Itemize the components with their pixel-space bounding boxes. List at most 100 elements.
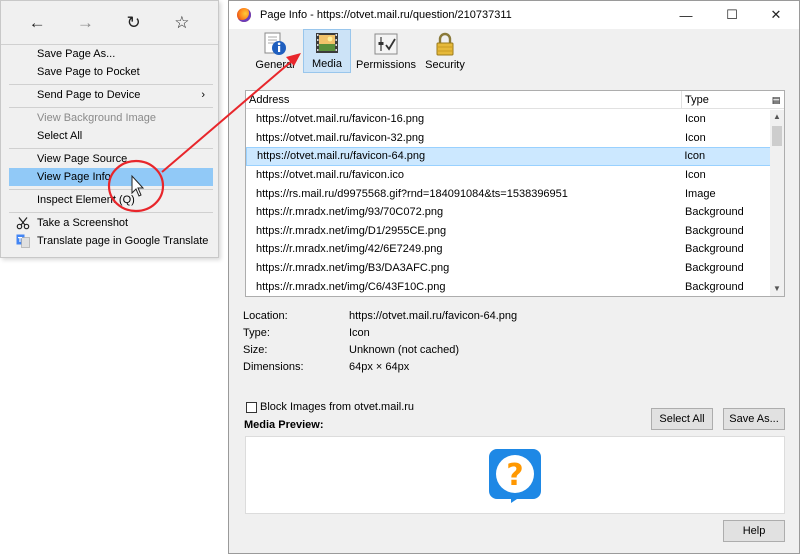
google-translate-icon — [16, 234, 30, 248]
media-table: Address Type ▤ https://otvet.mail.ru/fav… — [245, 90, 785, 297]
row-type: Background — [685, 280, 744, 293]
table-row[interactable]: https://r.mradx.net/img/42/6E7249.png Bac… — [246, 240, 771, 259]
tab-security[interactable]: Security — [421, 29, 469, 73]
table-row[interactable]: https://otvet.mail.ru/favicon.ico Icon — [246, 166, 771, 185]
row-address: https://otvet.mail.ru/favicon-16.png — [256, 113, 425, 126]
menu-separator — [9, 189, 213, 190]
row-address: https://r.mradx.net/img/B3/DA3AFC.png — [256, 262, 450, 275]
row-type: Icon — [685, 113, 706, 126]
menu-item-save-page-as[interactable]: Save Page As... — [9, 45, 213, 63]
permissions-icon — [373, 31, 399, 57]
tab-bar: General Media Permissions Security — [229, 29, 799, 73]
menu-separator — [9, 84, 213, 85]
row-address: https://otvet.mail.ru/favicon.ico — [256, 169, 404, 182]
table-body: https://otvet.mail.ru/favicon-16.png Icon… — [246, 110, 771, 296]
menu-item-inspect-element[interactable]: Inspect Element (Q) — [9, 191, 213, 209]
media-preview-label: Media Preview: — [244, 419, 324, 431]
otvet-favicon-preview: ? — [489, 449, 541, 503]
menu-item-view-page-info[interactable]: View Page Info — [9, 168, 213, 186]
save-as-button[interactable]: Save As... — [723, 408, 785, 430]
row-type: Icon — [684, 150, 706, 163]
table-header: Address Type ▤ — [246, 91, 784, 109]
checkbox-box[interactable] — [246, 401, 257, 413]
table-row[interactable]: https://otvet.mail.ru/favicon-32.png Icon — [246, 129, 771, 148]
tab-permissions[interactable]: Permissions — [355, 29, 417, 73]
row-type: Image — [685, 187, 716, 200]
svg-text:?: ? — [506, 458, 523, 493]
close-button[interactable]: ✕ — [753, 1, 799, 29]
block-images-checkbox[interactable]: Block Images from otvet.mail.ru — [246, 401, 414, 413]
row-type: Background — [685, 243, 744, 256]
menu-item-view-page-source[interactable]: View Page Source — [9, 150, 213, 168]
detail-label: Type: — [243, 326, 270, 339]
table-row[interactable]: https://r.mradx.net/img/C6/43F10C.png Bac… — [246, 277, 771, 296]
table-row[interactable]: https://otvet.mail.ru/favicon-16.png Icon — [246, 110, 771, 129]
detail-value: Icon — [349, 326, 370, 339]
window-title: Page Info - https://otvet.mail.ru/questi… — [260, 9, 512, 21]
menu-item-translate-page[interactable]: Translate page in Google Translate — [9, 232, 213, 250]
row-type: Background — [685, 262, 744, 275]
tab-label: Security — [425, 59, 465, 71]
detail-value: 64px × 64px — [349, 360, 410, 373]
row-type: Icon — [685, 169, 706, 182]
arrow-left-icon[interactable]: ← — [24, 10, 50, 36]
table-row[interactable]: https://rs.mail.ru/d9975568.gif?rnd=1840… — [246, 184, 771, 203]
menu-item-send-to-device[interactable]: Send Page to Device › — [9, 86, 213, 104]
table-row[interactable]: https://r.mradx.net/img/93/70C072.png Bac… — [246, 203, 771, 222]
maximize-button[interactable]: ☐ — [709, 1, 755, 29]
detail-label: Dimensions: — [243, 360, 304, 373]
checkbox-label: Block Images from otvet.mail.ru — [260, 401, 415, 413]
column-picker-icon[interactable]: ▤ — [768, 91, 784, 108]
row-type: Background — [685, 206, 744, 219]
tab-media[interactable]: Media — [303, 29, 351, 73]
row-type: Icon — [685, 131, 706, 144]
menu-item-select-all[interactable]: Select All — [9, 127, 213, 145]
menu-item-label: Translate page in Google Translate — [37, 235, 209, 247]
reload-icon[interactable]: ↻ — [121, 10, 147, 36]
tab-label: Media — [312, 58, 342, 70]
padlock-icon — [432, 31, 458, 57]
title-bar: Page Info - https://otvet.mail.ru/questi… — [229, 1, 799, 29]
row-address: https://r.mradx.net/img/93/70C072.png — [256, 206, 444, 219]
table-row[interactable]: https://r.mradx.net/img/D1/2955CE.png Bac… — [246, 222, 771, 241]
detail-row-type: Type: Icon — [243, 324, 517, 341]
context-menu: ← → ↻ ☆ Save Page As... Save Page to Poc… — [0, 0, 219, 258]
table-scrollbar[interactable]: ▲ ▼ — [770, 110, 784, 296]
detail-value: https://otvet.mail.ru/favicon-64.png — [349, 309, 518, 322]
row-address: https://r.mradx.net/img/42/6E7249.png — [256, 243, 443, 256]
scroll-up-icon[interactable]: ▲ — [770, 110, 784, 124]
menu-item-save-to-pocket[interactable]: Save Page to Pocket — [9, 63, 213, 81]
select-all-button[interactable]: Select All — [651, 408, 713, 430]
scrollbar-thumb[interactable] — [772, 126, 782, 146]
table-row[interactable]: https://r.mradx.net/img/B3/DA3AFC.png Bac… — [246, 259, 771, 278]
detail-row-location: Location: https://otvet.mail.ru/favicon-6… — [243, 307, 517, 324]
arrow-right-icon[interactable]: → — [72, 10, 98, 36]
tab-label: General — [255, 59, 295, 71]
menu-separator — [9, 107, 213, 108]
row-type: Background — [685, 224, 744, 237]
detail-label: Location: — [243, 309, 288, 322]
row-address: https://rs.mail.ru/d9975568.gif?rnd=1840… — [256, 187, 568, 200]
media-details: Location: https://otvet.mail.ru/favicon-6… — [243, 307, 517, 375]
row-address: https://otvet.mail.ru/favicon-64.png — [257, 150, 426, 163]
menu-item-take-screenshot[interactable]: Take a Screenshot — [9, 214, 213, 232]
menu-separator — [9, 148, 213, 149]
detail-row-size: Size: Unknown (not cached) — [243, 341, 517, 358]
help-button[interactable]: Help — [723, 520, 785, 542]
tab-label: Permissions — [356, 59, 416, 71]
tab-general[interactable]: General — [251, 29, 299, 73]
row-address: https://r.mradx.net/img/D1/2955CE.png — [256, 224, 447, 237]
column-header-type[interactable]: Type — [682, 91, 768, 108]
row-address: https://r.mradx.net/img/C6/43F10C.png — [256, 280, 446, 293]
detail-label: Size: — [243, 343, 268, 356]
scroll-down-icon[interactable]: ▼ — [770, 282, 784, 296]
column-header-address[interactable]: Address — [246, 91, 682, 108]
star-icon[interactable]: ☆ — [169, 10, 195, 36]
menu-separator — [9, 212, 213, 213]
minimize-button[interactable]: — — [663, 1, 709, 29]
chevron-right-icon: › — [201, 89, 205, 101]
scissors-icon — [16, 217, 30, 230]
table-row-selected[interactable]: https://otvet.mail.ru/favicon-64.png Icon — [246, 147, 771, 166]
info-icon — [262, 31, 288, 57]
menu-item-label: Take a Screenshot — [37, 217, 129, 229]
